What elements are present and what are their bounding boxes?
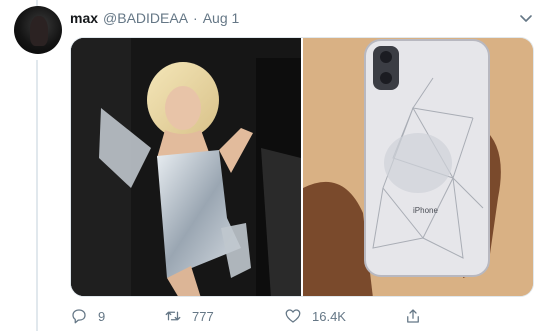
heart-icon xyxy=(285,309,301,323)
media-image-right[interactable]: iPhone xyxy=(303,38,533,296)
avatar[interactable] xyxy=(14,6,62,54)
retweet-count: 777 xyxy=(192,308,214,324)
separator-dot: · xyxy=(193,10,198,26)
tweet-media[interactable]: iPhone xyxy=(70,37,534,297)
like-count: 16.4K xyxy=(312,308,346,324)
tweet-date[interactable]: Aug 1 xyxy=(203,10,240,26)
share-button[interactable] xyxy=(404,307,434,325)
retweet-icon xyxy=(165,311,181,321)
reply-icon xyxy=(72,309,86,324)
tweet-header: max @BADIDEAA · Aug 1 xyxy=(70,8,239,28)
share-icon xyxy=(407,309,419,323)
photo-dress-icon xyxy=(71,38,301,296)
phone-brand-text: iPhone xyxy=(413,206,438,215)
author-name[interactable]: max xyxy=(70,10,98,26)
thread-line-bottom xyxy=(36,60,38,331)
photo-cracked-phone-icon: iPhone xyxy=(303,38,533,296)
retweet-button[interactable]: 777 xyxy=(164,307,258,325)
reply-count: 9 xyxy=(98,308,106,324)
author-handle[interactable]: @BADIDEAA xyxy=(103,10,188,26)
media-image-left[interactable] xyxy=(71,38,301,296)
avatar-figure xyxy=(30,16,48,46)
chevron-down-icon[interactable] xyxy=(518,10,534,26)
reply-button[interactable]: 9 xyxy=(70,307,164,325)
tweet-actions: 9 777 16.4K xyxy=(70,305,470,327)
like-button[interactable]: 16.4K xyxy=(284,307,404,325)
